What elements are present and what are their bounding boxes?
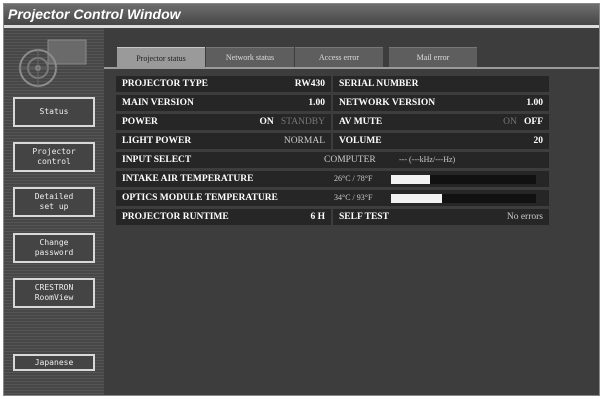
- japanese-language-button[interactable]: Japanese: [13, 354, 95, 371]
- input-select-label: INPUT SELECT: [122, 155, 192, 165]
- network-version-label: NETWORK VERSION: [339, 98, 436, 108]
- intake-air-temperature-fill: [391, 175, 431, 184]
- input-select-value: COMPUTER: [324, 155, 376, 165]
- power-row: POWER ON STANDBY: [116, 114, 331, 130]
- detailed-setup-button[interactable]: Detailed set up: [13, 187, 95, 217]
- crestron-roomview-button[interactable]: CRESTRON RoomView: [13, 278, 95, 308]
- projector-runtime-label: PROJECTOR RUNTIME: [122, 212, 229, 222]
- optics-module-temperature-fill: [391, 194, 442, 203]
- power-on-state: ON: [259, 117, 274, 127]
- serial-number-row: SERIAL NUMBER: [333, 76, 549, 92]
- tab-mail-error[interactable]: Mail error: [389, 47, 477, 67]
- volume-value: 20: [533, 136, 544, 146]
- self-test-value: No errors: [506, 212, 543, 222]
- input-signal-frequency: --- (---kHz/---Hz): [399, 155, 456, 164]
- volume-row: VOLUME 20: [333, 133, 549, 149]
- projector-runtime-row: PROJECTOR RUNTIME 6 H: [116, 209, 331, 225]
- intake-air-temperature-value: 26°C / 78°F: [334, 174, 373, 183]
- input-select-row: INPUT SELECT COMPUTER --- (---kHz/---Hz): [116, 152, 549, 168]
- status-button[interactable]: Status: [13, 97, 95, 127]
- optics-module-temperature-value: 34°C / 93°F: [334, 193, 373, 202]
- light-power-label: LIGHT POWER: [122, 136, 192, 146]
- projector-type-value: RW430: [294, 79, 325, 89]
- self-test-row: SELF TEST No errors: [333, 209, 549, 225]
- power-label: POWER: [122, 117, 158, 127]
- av-mute-states: ON OFF: [503, 114, 543, 130]
- main-version-row: MAIN VERSION 1.00: [116, 95, 331, 111]
- light-power-row: LIGHT POWER NORMAL: [116, 133, 331, 149]
- optics-module-temperature-label: OPTICS MODULE TEMPERATURE: [122, 193, 278, 203]
- projector-control-window: Projector Control Window Status Projecto…: [3, 3, 600, 396]
- optics-module-temperature-row: OPTICS MODULE TEMPERATURE 34°C / 93°F: [116, 190, 549, 206]
- main-version-value: 1.00: [308, 98, 325, 108]
- main-content: Projector status Network status Access e…: [104, 28, 599, 395]
- tab-projector-status[interactable]: Projector status: [117, 47, 205, 68]
- tab-access-error[interactable]: Access error: [295, 47, 383, 67]
- sidebar: Status Projector control Detailed set up…: [4, 28, 104, 395]
- av-mute-label: AV MUTE: [339, 117, 383, 127]
- projector-runtime-value: 6 H: [310, 212, 325, 222]
- intake-air-temperature-label: INTAKE AIR TEMPERATURE: [122, 174, 254, 184]
- serial-number-label: SERIAL NUMBER: [339, 79, 419, 89]
- av-mute-on-state: ON: [503, 117, 517, 127]
- network-version-row: NETWORK VERSION 1.00: [333, 95, 549, 111]
- power-states: ON STANDBY: [260, 114, 325, 130]
- tab-network-status[interactable]: Network status: [206, 47, 294, 67]
- change-password-button[interactable]: Change password: [13, 233, 95, 263]
- window-title: Projector Control Window: [4, 4, 599, 25]
- tab-underline: [104, 67, 599, 69]
- self-test-label: SELF TEST: [339, 212, 389, 222]
- intake-air-temperature-bar: [391, 175, 536, 184]
- projector-logo-icon: [16, 36, 88, 92]
- light-power-value: NORMAL: [283, 136, 325, 146]
- av-mute-row: AV MUTE ON OFF: [333, 114, 549, 130]
- projector-type-row: PROJECTOR TYPE RW430: [116, 76, 331, 92]
- main-version-label: MAIN VERSION: [122, 98, 194, 108]
- av-mute-off-state: OFF: [524, 117, 543, 127]
- intake-air-temperature-row: INTAKE AIR TEMPERATURE 26°C / 78°F: [116, 171, 549, 187]
- optics-module-temperature-bar: [391, 194, 536, 203]
- projector-control-button[interactable]: Projector control: [13, 142, 95, 172]
- volume-label: VOLUME: [339, 136, 382, 146]
- network-version-value: 1.00: [526, 98, 543, 108]
- projector-type-label: PROJECTOR TYPE: [122, 79, 208, 89]
- power-standby-state: STANDBY: [280, 117, 325, 127]
